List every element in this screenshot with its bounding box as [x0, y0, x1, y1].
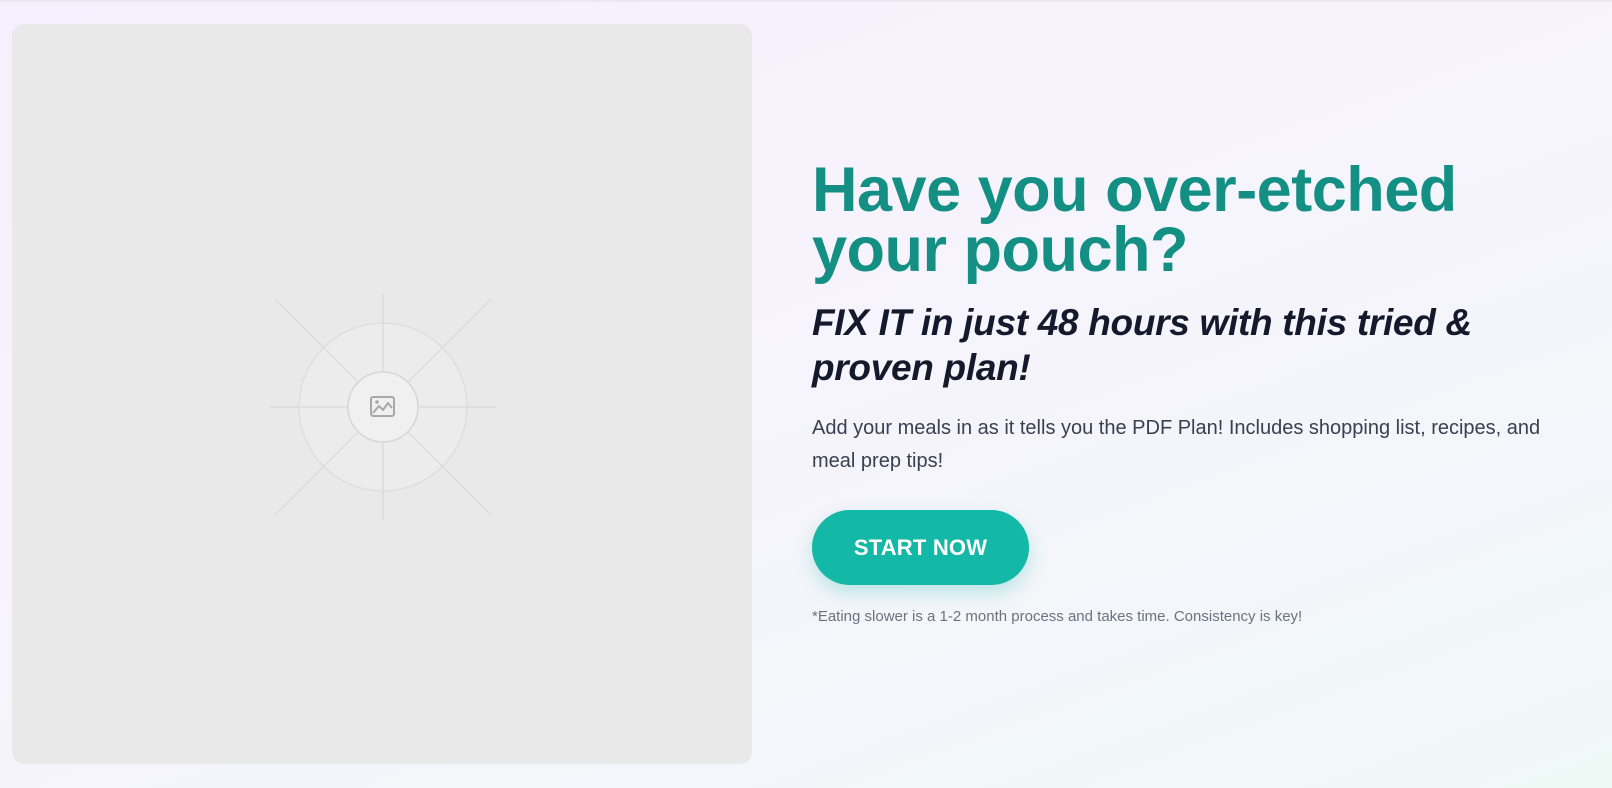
hero-headline: Have you over-etched your pouch?	[812, 155, 1457, 285]
start-now-button[interactable]: START NOW	[812, 510, 1029, 585]
hero-section: Have you over-etched your pouch? FIX IT …	[0, 0, 1612, 788]
image-placeholder-graphic	[270, 294, 496, 520]
hero-image-placeholder	[12, 24, 752, 764]
hero-subheadline: FIX IT in just 48 hours with this tried …	[812, 302, 1472, 388]
hero-description: Add your meals in as it tells you the PD…	[812, 417, 1541, 472]
hero-content: Have you over-etched your pouch? FIX IT …	[812, 155, 1572, 627]
hero-disclaimer: *Eating slower is a 1-2 month process an…	[812, 608, 1303, 625]
